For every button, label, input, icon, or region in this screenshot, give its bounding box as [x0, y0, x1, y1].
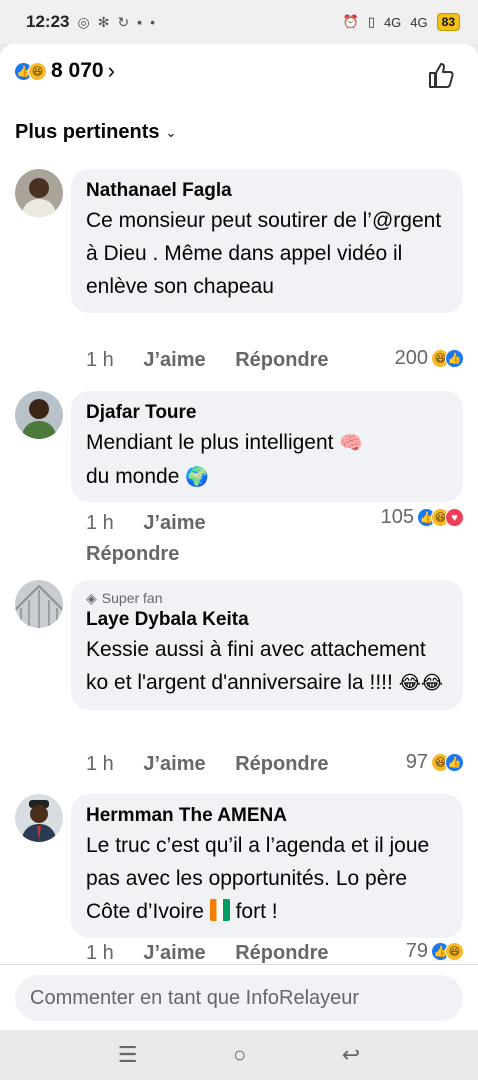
reply-link[interactable]: Répondre: [235, 942, 328, 964]
comment-text-block: Kessie aussi à fini avec attachement ko …: [86, 633, 449, 700]
chat-icon: ▪: [137, 14, 143, 30]
system-nav-bar: ☰ ○ ↩: [0, 1030, 478, 1080]
home-icon[interactable]: ○: [233, 1042, 246, 1068]
reaction-icons: 👍 😆: [14, 61, 47, 81]
comment-reaction-icons: 😆 👍: [431, 349, 464, 368]
diamond-icon: ◈: [86, 590, 97, 606]
avatar[interactable]: [15, 169, 63, 217]
like-icon: 👍: [445, 349, 464, 368]
comment-bubble[interactable]: Hermman The AMENA Le truc c’est qu’il a …: [71, 794, 463, 938]
comment-reactions[interactable]: 105 👍 😆 ♥: [381, 506, 464, 529]
globe-emoji: 🌍: [185, 467, 209, 488]
reaction-count: 8 070: [51, 59, 104, 82]
ivory-coast-flag-icon: [209, 899, 230, 921]
status-time: 12:23: [26, 12, 70, 31]
comment-actions: 1 h J’aime Répondre: [86, 349, 353, 372]
comment-author[interactable]: Nathanael Fagla: [86, 178, 449, 204]
comment-bubble[interactable]: ◈ Super fan Laye Dybala Keita Kessie aus…: [71, 580, 463, 710]
comment-time: 1 h: [86, 753, 114, 775]
love-icon: ♥: [445, 508, 464, 527]
comment-time: 1 h: [86, 349, 114, 371]
reactions-summary[interactable]: 👍 😆 8 070 ›: [14, 58, 115, 84]
comment-text: Ce monsieur peut soutirer de l’@rgent à …: [86, 209, 442, 298]
comment-text-block: Mendiant le plus intelligent 🧠 du monde …: [86, 426, 449, 494]
alarm-icon: ⏰: [342, 14, 359, 29]
comment-reaction-count: 200: [394, 347, 428, 369]
haha-icon: 😆: [445, 942, 464, 961]
brain-emoji: 🧠: [339, 433, 364, 454]
reply-link[interactable]: Répondre: [235, 753, 328, 775]
comment-time: 1 h: [86, 512, 114, 534]
reply-link[interactable]: Répondre: [86, 543, 179, 565]
comment-bubble[interactable]: Nathanael Fagla Ce monsieur peut soutire…: [71, 169, 463, 313]
like-icon: 👍: [445, 753, 464, 772]
recent-apps-icon[interactable]: ☰: [118, 1042, 138, 1068]
network-1: 4G: [383, 14, 402, 30]
comment-input-placeholder: Commenter en tant que InfoRelayeur: [30, 986, 360, 1009]
like-link[interactable]: J’aime: [143, 753, 205, 775]
comment-text: Mendiant le plus intelligent: [86, 431, 334, 454]
comment-text: Kessie aussi à fini avec attachement ko …: [86, 638, 426, 694]
comment-reaction-icons: 👍 😆 ♥: [417, 508, 464, 527]
sort-dropdown[interactable]: Plus pertinents ⌄: [15, 121, 176, 144]
laughing-emoji: 😂😂: [398, 673, 444, 694]
vibrate-icon: ▯: [367, 14, 375, 29]
comment-author[interactable]: Djafar Toure: [86, 400, 449, 426]
comments-sheet: 👍 😆 8 070 › Plus pertinents ⌄ Nathanael …: [0, 44, 478, 1030]
chevron-right-icon: ›: [107, 58, 115, 83]
comment-reaction-count: 105: [380, 506, 414, 528]
settings-icon: ✻: [97, 13, 110, 30]
status-bar: 12:23 ◎ ✻ ↻ ▪ • ⏰ ▯ 4G 4G 83: [0, 0, 478, 44]
haha-icon: 😆: [28, 61, 47, 81]
comment-author[interactable]: Hermman The AMENA: [86, 803, 449, 829]
comment-time: 1 h: [86, 942, 114, 964]
status-right: ⏰ ▯ 4G 4G 83: [343, 13, 460, 31]
comment-reactions[interactable]: 79 👍 😆: [406, 940, 464, 963]
avatar[interactable]: [15, 794, 63, 842]
back-icon[interactable]: ↩: [342, 1042, 360, 1068]
comment-reaction-icons: 😆 👍: [431, 753, 464, 772]
comment-text-end: fort !: [235, 900, 278, 923]
avatar[interactable]: [15, 580, 63, 628]
comment-author[interactable]: Laye Dybala Keita: [86, 607, 449, 633]
comment-reaction-count: 97: [405, 751, 428, 773]
super-fan-badge: ◈ Super fan: [86, 589, 449, 607]
battery-indicator: 83: [436, 13, 460, 31]
status-left: 12:23 ◎ ✻ ↻ ▪ •: [26, 12, 155, 32]
whatsapp-icon: ◎: [77, 13, 90, 30]
chevron-down-icon: ⌄: [165, 124, 177, 140]
sort-label: Plus pertinents: [15, 121, 160, 143]
reply-link[interactable]: Répondre: [235, 349, 328, 371]
comment-reactions[interactable]: 200 😆 👍: [395, 347, 464, 370]
comment-actions: 1 h J’aime Répondre: [86, 753, 353, 776]
comment-text-end: du monde: [86, 465, 180, 488]
comment-composer-bar: Commenter en tant que InfoRelayeur: [0, 964, 478, 1030]
sync-icon: ↻: [117, 13, 130, 30]
comment-input[interactable]: Commenter en tant que InfoRelayeur: [15, 975, 463, 1021]
comment-bubble[interactable]: Djafar Toure Mendiant le plus intelligen…: [71, 391, 463, 502]
comment-reaction-count: 79: [405, 940, 428, 962]
comment-actions: 1 h J’aime Répondre: [86, 942, 353, 965]
avatar[interactable]: [15, 391, 63, 439]
like-link[interactable]: J’aime: [143, 942, 205, 964]
comment-text-block: Le truc c’est qu’il a l’agenda et il jou…: [86, 829, 449, 928]
badge-label: Super fan: [101, 590, 163, 606]
like-button-icon[interactable]: [426, 60, 456, 90]
network-2: 4G: [410, 14, 428, 30]
comment-reactions[interactable]: 97 😆 👍: [406, 751, 464, 774]
comment-actions: 1 h J’aime Répondre: [86, 508, 336, 570]
like-link[interactable]: J’aime: [143, 512, 205, 534]
like-link[interactable]: J’aime: [143, 349, 205, 371]
comment-reaction-icons: 👍 😆: [431, 942, 464, 961]
dot-icon: •: [150, 14, 156, 30]
